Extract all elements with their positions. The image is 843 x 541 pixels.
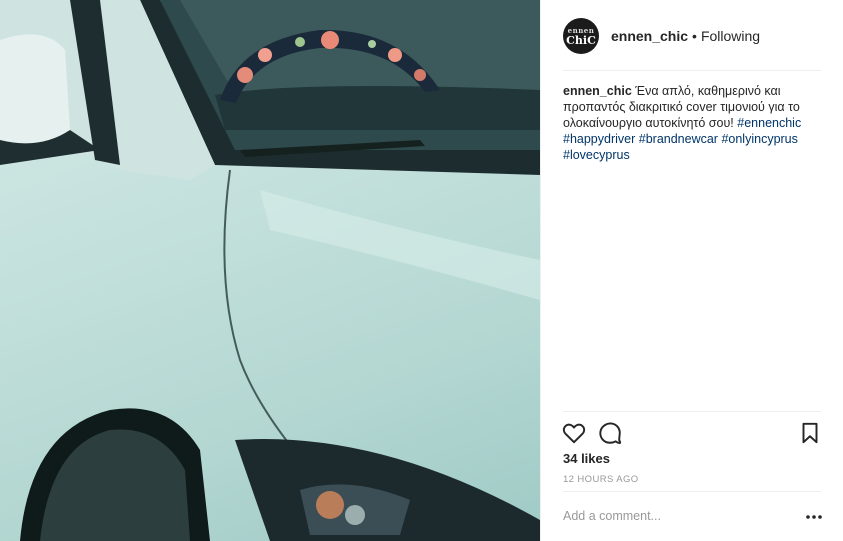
- divider: [563, 70, 821, 71]
- comment-input[interactable]: [563, 506, 793, 526]
- post-image[interactable]: [0, 0, 540, 541]
- avatar-text-bottom: ChiC: [566, 33, 596, 47]
- hashtag-link[interactable]: #happydriver: [563, 132, 635, 146]
- separator-dot: •: [692, 28, 697, 44]
- bookmark-icon[interactable]: [797, 420, 823, 446]
- comment-icon[interactable]: [597, 420, 623, 446]
- caption-username[interactable]: ennen_chic: [563, 84, 632, 98]
- hashtag-link[interactable]: #ennenchic: [737, 116, 801, 130]
- avatar-text-top: ennen: [567, 25, 595, 35]
- avatar[interactable]: ennen ChiC: [563, 18, 599, 54]
- comment-row: [563, 506, 823, 526]
- post-details-panel: ennen ChiC ennen_chic • Following ennen_…: [540, 0, 843, 541]
- action-bar: [561, 420, 823, 446]
- following-button[interactable]: Following: [701, 28, 760, 44]
- post-header: ennen ChiC ennen_chic • Following: [563, 17, 821, 55]
- post-timestamp[interactable]: 12 HOURS AGO: [563, 474, 639, 485]
- divider: [563, 491, 821, 492]
- divider: [563, 411, 821, 412]
- heart-icon[interactable]: [561, 420, 587, 446]
- car-photo: [0, 0, 540, 541]
- hashtag-link[interactable]: #brandnewcar: [639, 132, 718, 146]
- username-link[interactable]: ennen_chic: [611, 28, 688, 44]
- hashtag-link[interactable]: #onlyincyprus: [721, 132, 797, 146]
- caption: ennen_chic Ένα απλό, καθημερινό και προπ…: [563, 83, 825, 163]
- more-options-icon[interactable]: [805, 506, 823, 526]
- hashtag-link[interactable]: #lovecyprus: [563, 148, 630, 162]
- like-count[interactable]: 34 likes: [563, 451, 610, 466]
